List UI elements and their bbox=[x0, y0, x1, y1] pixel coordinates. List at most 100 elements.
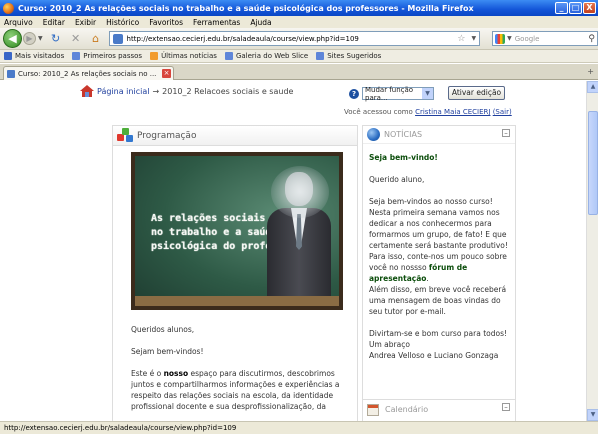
news-paragraph: Seja bem-vindos ao nosso curso! Nesta pr… bbox=[369, 197, 508, 250]
minimize-button[interactable]: _ bbox=[555, 2, 568, 14]
bookmark-page-icon bbox=[72, 52, 81, 60]
house-icon bbox=[80, 85, 94, 97]
logged-in-info: Você acessou como Cristina Maia CECIERJ … bbox=[344, 108, 512, 116]
bookmark-star-icon[interactable]: ☆ bbox=[457, 34, 465, 44]
greeting-text: Queridos alunos, bbox=[131, 325, 195, 334]
history-dropdown-icon[interactable]: ▼ bbox=[38, 35, 43, 42]
menu-bar: Arquivo Editar Exibir Histórico Favorito… bbox=[0, 16, 598, 28]
bookmark-label: Galeria do Web Slice bbox=[235, 52, 309, 60]
news-post-title[interactable]: Seja bem-vindo! bbox=[369, 152, 509, 163]
search-placeholder: Google bbox=[514, 34, 540, 43]
site-favicon-icon bbox=[112, 33, 123, 44]
back-button[interactable]: ◀ bbox=[3, 29, 22, 48]
bookmarks-toolbar: Mais visitados Primeiros passos Últimas … bbox=[0, 50, 598, 63]
reload-icon[interactable]: ↻ bbox=[49, 32, 63, 46]
news-block-header: NOTÍCIAS – bbox=[363, 126, 515, 144]
collapse-block-icon[interactable]: – bbox=[502, 403, 510, 411]
breadcrumb-current: 2010_2 Relacoes sociais e saude bbox=[162, 86, 294, 96]
user-profile-link[interactable]: Cristina Maia CECIERJ bbox=[415, 108, 490, 116]
calendar-icon bbox=[367, 403, 379, 416]
tab-favicon-icon bbox=[7, 69, 15, 78]
scroll-down-icon[interactable]: ▼ bbox=[587, 409, 598, 421]
news-content: Seja bem-vindo! Querido aluno, Seja bem-… bbox=[363, 144, 515, 361]
window-titlebar: Curso: 2010_2 As relações sociais no tra… bbox=[0, 0, 598, 16]
news-salutation: Querido aluno, bbox=[369, 175, 425, 184]
news-paragraph: Um abraço bbox=[369, 340, 410, 349]
new-tab-icon[interactable]: + bbox=[587, 67, 594, 76]
help-icon[interactable]: ? bbox=[349, 89, 359, 99]
bookmark-ultimas-noticias[interactable]: Últimas notícias bbox=[150, 52, 217, 60]
news-paragraph: Além disso, em breve você receberá uma m… bbox=[369, 285, 507, 316]
bookmark-page-icon bbox=[224, 52, 233, 60]
url-dropdown-icon[interactable]: ▼ bbox=[472, 35, 477, 42]
logged-prefix: Você acessou como bbox=[344, 108, 413, 116]
blocks-icon bbox=[117, 128, 133, 143]
engine-dropdown-icon[interactable]: ▼ bbox=[507, 35, 512, 42]
switch-role-select[interactable]: Mudar função para... ▼ bbox=[362, 85, 434, 102]
page-scrollbar[interactable]: ▲ ▼ bbox=[586, 81, 598, 421]
menu-editar[interactable]: Editar bbox=[43, 18, 65, 27]
close-tab-icon[interactable]: × bbox=[162, 69, 171, 78]
turn-editing-on-button[interactable]: Ativar edição bbox=[448, 86, 505, 100]
tab-label: Curso: 2010_2 As relações sociais no ... bbox=[18, 69, 157, 78]
tab-strip: Curso: 2010_2 As relações sociais no ...… bbox=[0, 64, 598, 80]
chalkboard-frame bbox=[131, 152, 343, 310]
google-engine-icon[interactable] bbox=[495, 33, 506, 44]
menu-ajuda[interactable]: Ajuda bbox=[250, 18, 271, 27]
welcome-text: Sejam bem-vindos! bbox=[131, 347, 204, 356]
menu-historico[interactable]: Histórico bbox=[106, 18, 139, 27]
section-summary: Queridos alunos, Sejam bem-vindos! Este … bbox=[131, 324, 357, 421]
bookmark-label: Últimas notícias bbox=[161, 52, 217, 60]
search-icon[interactable]: ⚲ bbox=[588, 34, 595, 44]
chevron-down-icon[interactable]: ▼ bbox=[422, 88, 433, 99]
course-banner-image: As relações sociais no trabalho e a saúd… bbox=[131, 152, 343, 310]
close-window-button[interactable]: X bbox=[583, 2, 596, 14]
switch-role-value: Mudar função para... bbox=[365, 85, 414, 102]
scrollbar-thumb[interactable] bbox=[588, 111, 598, 215]
home-icon[interactable]: ⌂ bbox=[89, 32, 103, 46]
bookmark-label: Mais visitados bbox=[15, 52, 65, 60]
scroll-up-icon[interactable]: ▲ bbox=[587, 81, 598, 93]
section-title: Programação bbox=[137, 130, 197, 141]
bookmark-folder-icon bbox=[4, 52, 12, 60]
bookmark-label: Primeiros passos bbox=[83, 52, 143, 60]
bookmark-primeiros-passos[interactable]: Primeiros passos bbox=[72, 52, 142, 60]
section-header: Programação bbox=[113, 126, 357, 146]
collapse-block-icon[interactable]: – bbox=[502, 129, 510, 137]
calendar-block-title: Calendário bbox=[385, 405, 429, 414]
bookmark-sites-sugeridos[interactable]: Sites Sugeridos bbox=[316, 52, 381, 60]
url-text[interactable]: http://extensao.cecierj.edu.br/saladeaul… bbox=[127, 35, 458, 43]
bookmark-page-icon bbox=[316, 52, 325, 60]
news-signature: Andrea Velloso e Luciano Gonzaga bbox=[369, 351, 499, 360]
window-title: Curso: 2010_2 As relações sociais no tra… bbox=[18, 3, 474, 13]
page-content: Página inicial → 2010_2 Relacoes sociais… bbox=[0, 81, 586, 421]
breadcrumb-home-link[interactable]: Página inicial bbox=[97, 87, 149, 96]
menu-exibir[interactable]: Exibir bbox=[75, 18, 96, 27]
bookmark-mais-visitados[interactable]: Mais visitados bbox=[4, 52, 64, 60]
breadcrumb-separator: → bbox=[152, 86, 160, 96]
news-paragraph-forum: Para isso, conte-nos um pouco sobre você… bbox=[369, 251, 509, 284]
globe-icon bbox=[367, 128, 380, 141]
forward-button[interactable]: ▶ bbox=[22, 32, 36, 45]
intro-text-bold: nosso bbox=[163, 369, 189, 378]
menu-favoritos[interactable]: Favoritos bbox=[149, 18, 183, 27]
address-bar[interactable]: http://extensao.cecierj.edu.br/saladeaul… bbox=[108, 31, 481, 46]
navigation-toolbar: ◀ ▶ ▼ ↻ ✕ ⌂ http://extensao.cecierj.edu.… bbox=[0, 28, 598, 50]
bookmark-label: Sites Sugeridos bbox=[327, 52, 382, 60]
intro-text-a: Este é o bbox=[131, 369, 164, 378]
search-input[interactable]: ▼ Google ⚲ bbox=[492, 31, 598, 46]
news-paragraph: Divirtam-se e bom curso para todos! bbox=[369, 329, 508, 338]
tab-curso[interactable]: Curso: 2010_2 As relações sociais no ...… bbox=[3, 66, 174, 80]
news-block-title: NOTÍCIAS bbox=[384, 130, 423, 139]
bookmark-galeria-web-slice[interactable]: Galeria do Web Slice bbox=[224, 52, 309, 60]
news-text: . bbox=[426, 274, 429, 283]
status-text: http://extensao.cecierj.edu.br/saladeaul… bbox=[4, 424, 237, 432]
news-block: NOTÍCIAS – Seja bem-vindo! Querido aluno… bbox=[362, 125, 516, 421]
status-bar: http://extensao.cecierj.edu.br/saladeaul… bbox=[0, 421, 598, 434]
intro-paragraph: Este é o nosso espaço para discutirmos, … bbox=[131, 368, 357, 412]
stop-icon[interactable]: ✕ bbox=[69, 32, 83, 46]
logout-link[interactable]: (Sair) bbox=[493, 108, 512, 116]
maximize-button[interactable]: □ bbox=[569, 2, 582, 14]
menu-ferramentas[interactable]: Ferramentas bbox=[193, 18, 240, 27]
menu-arquivo[interactable]: Arquivo bbox=[4, 18, 33, 27]
